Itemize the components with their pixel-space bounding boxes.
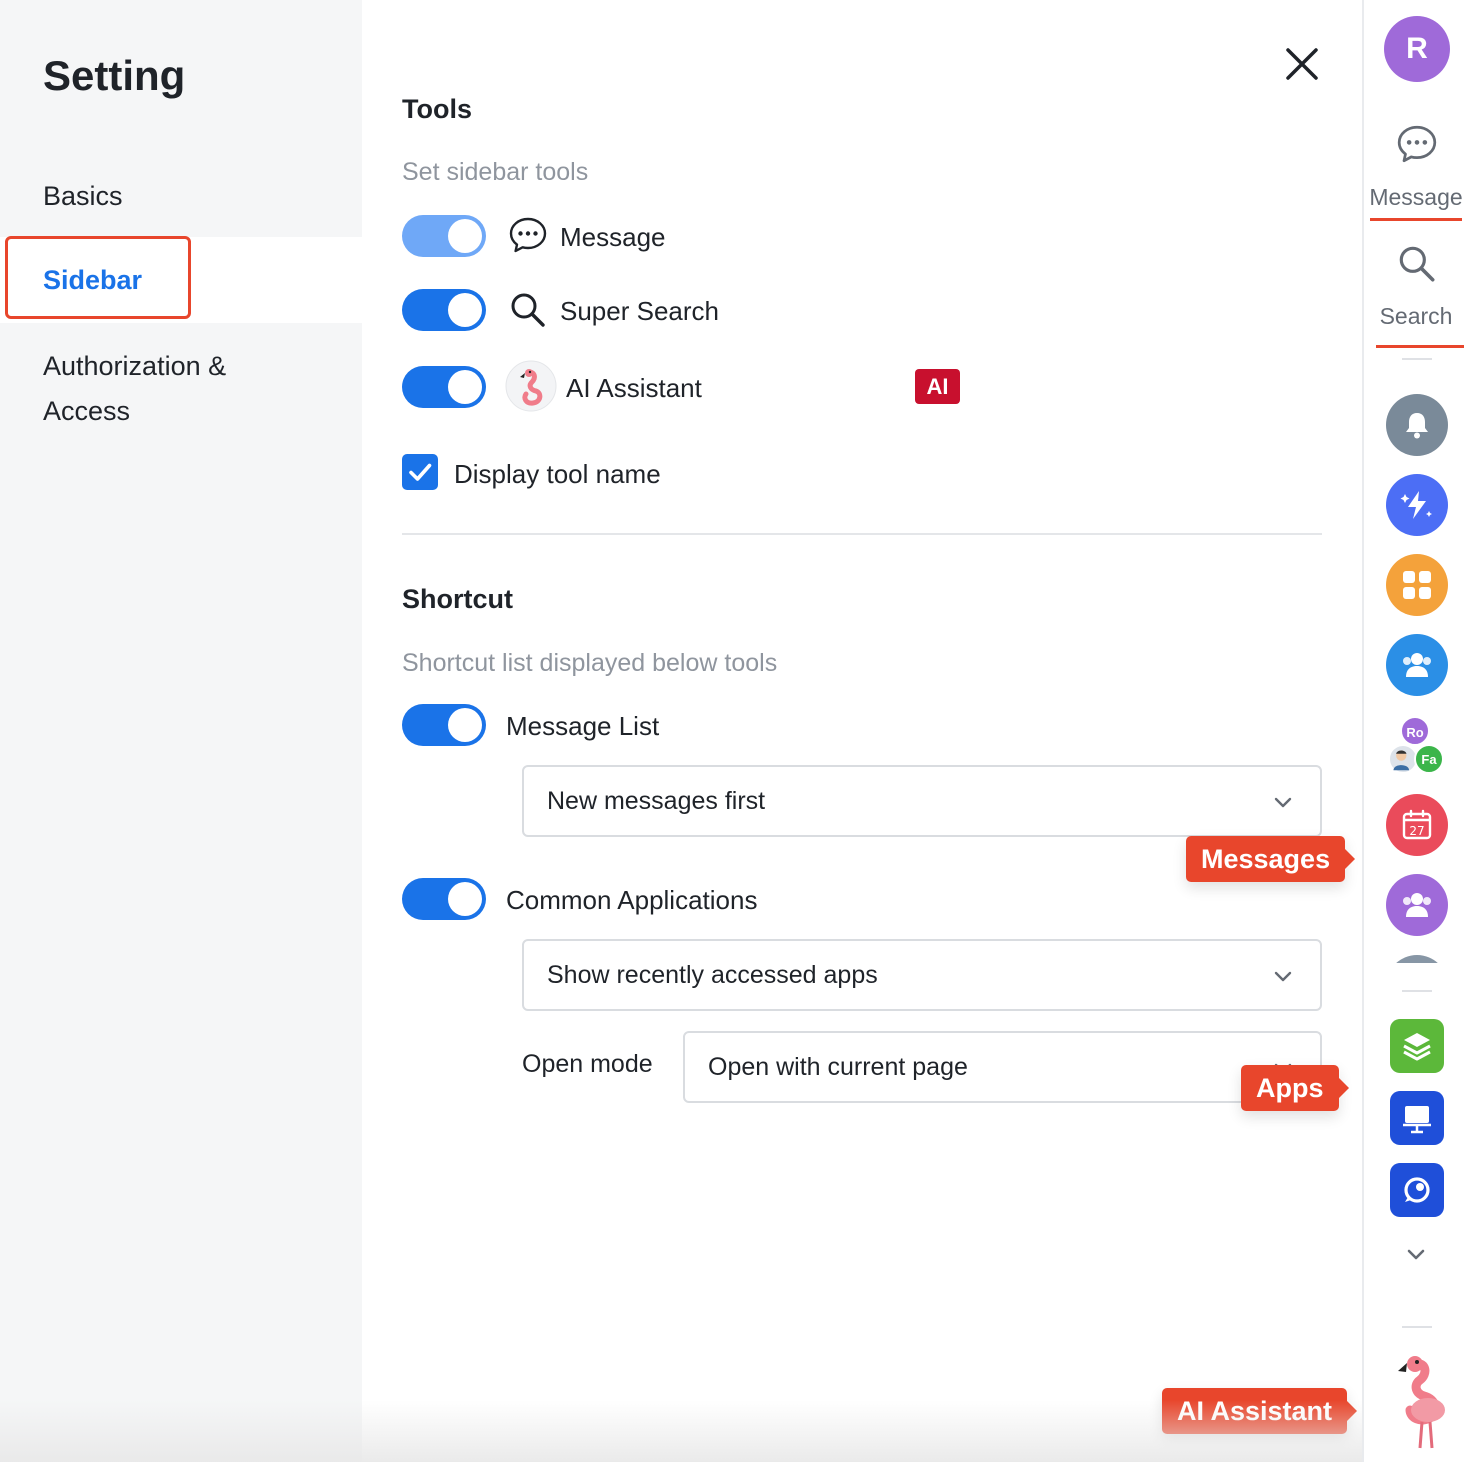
close-icon[interactable] (1282, 44, 1322, 84)
message-underline (1370, 218, 1462, 221)
display-tool-name-checkbox[interactable] (402, 454, 438, 490)
messages-callout: Messages (1186, 836, 1356, 882)
message-icon[interactable] (1395, 122, 1439, 166)
message-toggle[interactable] (402, 215, 486, 257)
message-icon (509, 217, 547, 253)
app-grid-icon[interactable] (1386, 554, 1448, 616)
search-icon (511, 293, 545, 327)
calendar-date: 27 (1409, 824, 1424, 838)
chevron-down-icon (1274, 971, 1292, 982)
message-tool-label: Message (560, 222, 666, 252)
message-list-label: Message List (506, 711, 660, 741)
check-icon (409, 463, 432, 481)
group-icon[interactable] (1386, 874, 1448, 936)
bell-icon[interactable] (1386, 394, 1448, 456)
group-chat-avatar[interactable]: Ro Fa (1388, 716, 1448, 776)
ai-assistant-tool-label: AI Assistant (566, 373, 702, 403)
rail-separator (1402, 1326, 1432, 1328)
right-sidebar-rail: R Message Search Ro Fa 27 (1362, 0, 1466, 1462)
presentation-app-icon[interactable] (1390, 1091, 1444, 1145)
shortcut-title: Shortcut (402, 584, 513, 614)
super-search-tool-label: Super Search (560, 296, 719, 326)
chevron-down-icon[interactable] (1405, 1243, 1427, 1265)
rail-search-label[interactable]: Search (1364, 303, 1466, 330)
user-avatar[interactable]: R (1384, 16, 1450, 82)
message-order-select[interactable]: New messages first (522, 765, 1322, 837)
nav-item-authorization-access[interactable]: Authorization & Access (0, 344, 300, 434)
settings-nav: Setting Basics Sidebar Authorization & A… (0, 0, 362, 1462)
rail-separator (1402, 990, 1432, 992)
rail-separator (1402, 358, 1432, 360)
rail-message-label[interactable]: Message (1364, 184, 1466, 211)
nav-item-basics[interactable]: Basics (0, 174, 362, 219)
super-search-toggle[interactable] (402, 289, 486, 331)
common-applications-label: Common Applications (506, 885, 758, 915)
common-apps-select[interactable]: Show recently accessed apps (522, 939, 1322, 1011)
ai-assistant-callout: AI Assistant (1162, 1388, 1358, 1434)
common-apps-value: Show recently accessed apps (547, 961, 878, 989)
flamingo-icon (505, 360, 557, 412)
apps-callout: Apps (1241, 1065, 1348, 1111)
open-mode-value: Open with current page (708, 1053, 968, 1081)
tools-title: Tools (402, 94, 472, 124)
search-icon[interactable] (1395, 242, 1439, 286)
settings-title: Setting (43, 52, 186, 99)
message-order-value: New messages first (547, 787, 766, 815)
tools-subtitle: Set sidebar tools (402, 158, 589, 186)
support-app-icon[interactable] (1390, 1163, 1444, 1217)
message-list-toggle[interactable] (402, 704, 486, 746)
display-tool-name-label: Display tool name (454, 459, 661, 489)
avatar-fa: Fa (1414, 744, 1444, 774)
ai-badge: AI (915, 369, 960, 404)
common-applications-toggle[interactable] (402, 878, 486, 920)
stack-app-icon[interactable] (1390, 1019, 1444, 1073)
ai-assistant-toggle[interactable] (402, 366, 486, 408)
open-mode-select[interactable]: Open with current page (683, 1031, 1322, 1103)
open-mode-label: Open mode (522, 1050, 653, 1078)
chevron-down-icon (1274, 797, 1292, 808)
calendar-icon[interactable]: 27 (1386, 794, 1448, 856)
section-divider (402, 533, 1322, 535)
sparkle-bolt-icon[interactable] (1386, 474, 1448, 536)
shortcut-subtitle: Shortcut list displayed below tools (402, 649, 778, 677)
partial-app-icon (1386, 955, 1448, 963)
settings-panel: Tools Set sidebar tools Message Super Se… (362, 0, 1362, 1462)
flamingo-icon[interactable] (1386, 1348, 1452, 1452)
avatar-ro: Ro (1400, 716, 1430, 746)
search-underline (1376, 345, 1464, 348)
sidebar-highlight-box (5, 236, 191, 319)
contacts-icon[interactable] (1386, 634, 1448, 696)
